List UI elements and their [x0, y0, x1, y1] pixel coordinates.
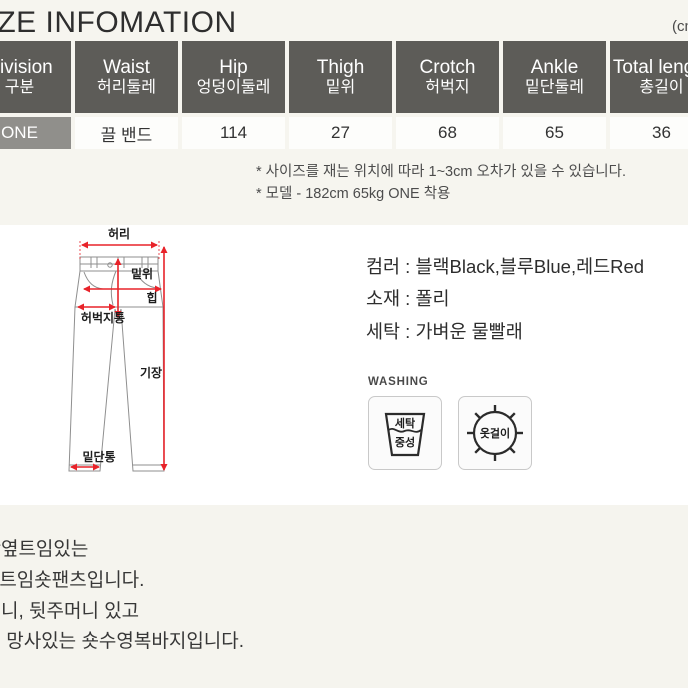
- hand-wash-label-top: 세탁: [395, 416, 415, 430]
- washing-care-block: WASHING 세탁 중성 옷걸이: [368, 376, 532, 470]
- size-table-column-hip: Hip 엉덩이둘레 114: [182, 41, 285, 149]
- column-header-ko: 구분: [4, 78, 35, 96]
- product-description-section: 밑단옆트임있는 2 옆트임숏팬츠입니다. 주머니, 뒷주머니 있고 쪽에 망사있…: [0, 505, 688, 688]
- size-value-hip: 114: [182, 117, 285, 149]
- description-line: 주머니, 뒷주머니 있고: [0, 600, 140, 622]
- spec-material: 소재 : 폴리: [366, 288, 450, 310]
- size-table: Division 구분 ONE Waist 허리둘레 끌 밴드 Hip 엉덩이둘…: [0, 41, 688, 149]
- column-header-en: Division: [0, 56, 53, 78]
- diagram-label-rise: 밑위: [131, 266, 153, 281]
- spec-color: 컴러 : 블랙Black,블루Blue,레드Red: [366, 256, 645, 277]
- diagram-label-hem: 밑단통: [82, 449, 115, 464]
- column-header-en: Waist: [103, 56, 150, 78]
- column-header-en: Thigh: [316, 56, 365, 78]
- spec-wash: 세탁 : 가벼운 물빨래: [366, 320, 523, 342]
- column-header-division: Division 구분: [0, 41, 71, 113]
- column-header-ankle: Ankle 밑단둘레: [503, 41, 606, 113]
- size-note-model: * 모델 - 182cm 65kg ONE 착용: [256, 186, 451, 203]
- column-header-waist: Waist 허리둘레: [75, 41, 178, 113]
- column-header-ko: 허리둘레: [97, 78, 156, 96]
- description-line: 밑단옆트임있는: [0, 539, 89, 560]
- washing-section-title: WASHING: [368, 376, 429, 388]
- measurement-unit-note: (cm): [672, 18, 688, 35]
- column-header-en: Total length: [612, 56, 688, 78]
- size-table-column-ankle: Ankle 밑단둘레 65: [503, 41, 606, 149]
- size-note-tolerance: * 사이즈를 재는 위치에 따라 1~3cm 오차가 있을 수 있습니다.: [256, 164, 626, 180]
- size-table-column-division: Division 구분 ONE: [0, 41, 71, 149]
- description-line: 2 옆트임숏팬츠입니다.: [0, 569, 145, 591]
- size-value-crotch: 68: [396, 117, 499, 149]
- diagram-label-waist: 허리: [108, 227, 130, 241]
- column-header-ko: 엉덩이둘레: [196, 78, 271, 96]
- hand-wash-label-bottom: 중성: [395, 435, 415, 449]
- hanger-dry-icon: 옷걸이: [458, 396, 532, 470]
- column-header-crotch: Crotch 허벅지: [396, 41, 499, 113]
- size-information-section: SIZE INFOMATION (cm) Division 구분 ONE Wai…: [0, 0, 688, 225]
- size-table-column-total-length: Total length 총길이 36: [610, 41, 688, 149]
- diagram-label-thigh: 허벅지통: [81, 310, 125, 325]
- product-description-text: 밑단옆트임있는 2 옆트임숏팬츠입니다. 주머니, 뒷주머니 있고 쪽에 망사있…: [0, 535, 244, 658]
- column-header-ko: 허벅지: [425, 78, 470, 96]
- product-spec-list: 컴러 : 블랙Black,블루Blue,레드Red 소재 : 폴리 세탁 : 가…: [366, 251, 644, 348]
- washing-icon-row: 세탁 중성 옷걸이: [368, 396, 532, 470]
- column-header-en: Ankle: [530, 56, 579, 78]
- diagram-label-hip: 힙: [146, 290, 157, 305]
- column-header-total-length: Total length 총길이: [610, 41, 688, 113]
- pants-measurement-diagram: 허리 밑위 힙 허벅지통 기장 밑단통: [58, 227, 308, 499]
- size-table-column-waist: Waist 허리둘레 끌 밴드: [75, 41, 178, 149]
- size-value-division: ONE: [0, 117, 71, 149]
- column-header-en: Hip: [219, 56, 248, 78]
- hand-wash-neutral-icon: 세탁 중성: [368, 396, 442, 470]
- column-header-en: Crotch: [419, 56, 476, 78]
- description-line: 쪽에 망사있는 숏수영복바지입니다.: [0, 631, 245, 653]
- size-disclaimer-notes: * 사이즈를 재는 위치에 따라 1~3cm 오차가 있을 수 있습니다. * …: [256, 161, 626, 206]
- column-header-ko: 총길이: [639, 78, 684, 96]
- diagram-label-length: 기장: [140, 365, 162, 380]
- hanger-dry-label: 옷걸이: [480, 426, 510, 440]
- size-value-ankle: 65: [503, 117, 606, 149]
- column-header-hip: Hip 엉덩이둘레: [182, 41, 285, 113]
- size-table-column-thigh: Thigh 밑위 27: [289, 41, 392, 149]
- size-information-title: SIZE INFOMATION: [0, 6, 237, 39]
- size-value-thigh: 27: [289, 117, 392, 149]
- size-table-column-crotch: Crotch 허벅지 68: [396, 41, 499, 149]
- size-value-waist: 끌 밴드: [75, 117, 178, 149]
- column-header-ko: 밑위: [325, 78, 356, 96]
- column-header-thigh: Thigh 밑위: [289, 41, 392, 113]
- size-value-total-length: 36: [610, 117, 688, 149]
- column-header-ko: 밑단둘레: [525, 78, 584, 96]
- product-detail-section: 허리 밑위 힙 허벅지통 기장 밑단통 컴러 : 블랙Black,블루Blue,…: [0, 225, 688, 505]
